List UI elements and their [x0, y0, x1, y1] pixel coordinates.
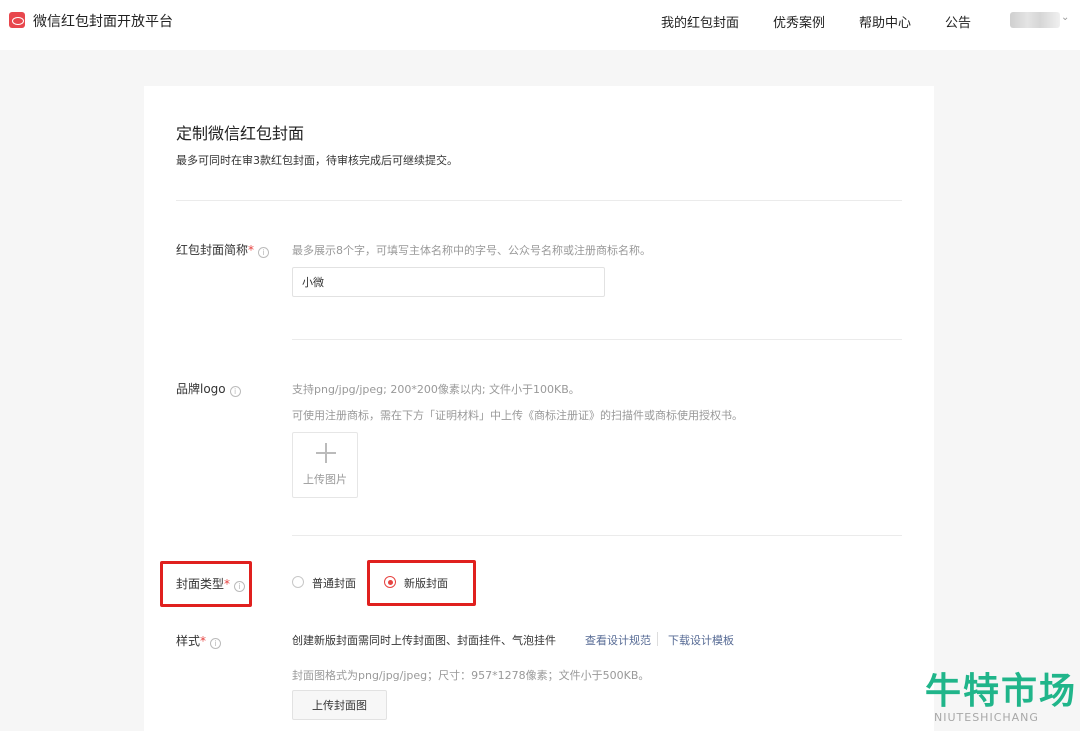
brand-title[interactable]: 微信红包封面开放平台: [33, 11, 173, 31]
form-card: 定制微信红包封面 最多可同时在审3款红包封面，待审核完成后可继续提交。 红包封面…: [144, 86, 934, 731]
name-field-hint: 最多展示8个字，可填写主体名称中的字号、公众号名称或注册商标名称。: [292, 244, 651, 257]
section-divider: [176, 200, 902, 201]
plus-icon: [316, 443, 336, 463]
download-template-link[interactable]: 下载设计模板: [668, 632, 734, 648]
radio-normal-cover[interactable]: 普通封面: [292, 575, 372, 591]
upload-image-label: 上传图片: [303, 473, 347, 486]
radio-label: 新版封面: [404, 577, 448, 590]
cover-image-format-hint: 封面图格式为png/jpg/jpeg；尺寸：957*1278像素；文件小于500…: [292, 669, 650, 682]
watermark-cn: 牛特市场: [925, 671, 1078, 712]
user-avatar[interactable]: [1010, 12, 1060, 28]
radio-new-cover[interactable]: 新版封面: [384, 575, 464, 591]
page-subtitle: 最多可同时在审3款红包封面，待审核完成后可继续提交。: [176, 154, 458, 167]
info-icon[interactable]: i: [210, 638, 222, 649]
radio-button-checked[interactable]: [384, 576, 396, 588]
nav-announcements[interactable]: 公告: [945, 12, 971, 31]
watermark-en: NIUTESHICHANG: [934, 711, 1039, 724]
link-separator: [657, 632, 658, 646]
field-divider: [292, 339, 902, 340]
style-field-label: 样式* i: [176, 632, 222, 649]
chevron-down-icon[interactable]: ⌄: [1061, 12, 1069, 23]
info-icon[interactable]: i: [234, 581, 246, 592]
logo-format-hint: 支持png/jpg/jpeg; 200*200像素以内; 文件小于100KB。: [292, 383, 580, 396]
info-icon[interactable]: i: [258, 247, 270, 258]
red-packet-logo-icon[interactable]: [9, 12, 25, 28]
logo-upload-box[interactable]: 上传图片: [292, 432, 358, 498]
cover-name-input[interactable]: [292, 267, 605, 297]
required-mark: *: [224, 577, 231, 591]
style-label-text: 样式: [176, 634, 201, 648]
required-mark: *: [248, 243, 255, 257]
logo-field-label: 品牌logo i: [176, 380, 241, 397]
radio-label: 普通封面: [312, 577, 356, 590]
name-label-text: 红包封面简称: [176, 243, 249, 257]
field-divider: [292, 535, 902, 536]
style-description: 创建新版封面需同时上传封面图、封面挂件、气泡挂件: [292, 634, 556, 647]
page-title: 定制微信红包封面: [176, 124, 305, 143]
logo-trademark-hint: 可使用注册商标，需在下方「证明材料」中上传《商标注册证》的扫描件或商标使用授权书…: [292, 409, 743, 422]
upload-cover-image-button[interactable]: 上传封面图: [292, 690, 387, 720]
view-design-spec-link[interactable]: 查看设计规范: [585, 632, 651, 648]
nav-my-covers[interactable]: 我的红包封面: [661, 12, 739, 31]
cover-type-label-text: 封面类型: [176, 577, 225, 591]
logo-label-text: 品牌logo: [176, 382, 226, 396]
info-icon[interactable]: i: [229, 386, 241, 397]
top-navigation-bar: 微信红包封面开放平台 我的红包封面 优秀案例 帮助中心 公告 ⌄: [0, 0, 1080, 50]
name-field-label: 红包封面简称* i: [176, 241, 270, 258]
cover-type-label: 封面类型* i: [176, 575, 246, 592]
nav-showcase[interactable]: 优秀案例: [773, 12, 825, 31]
required-mark: *: [200, 634, 207, 648]
nav-help-center[interactable]: 帮助中心: [859, 12, 911, 31]
radio-button[interactable]: [292, 576, 304, 588]
